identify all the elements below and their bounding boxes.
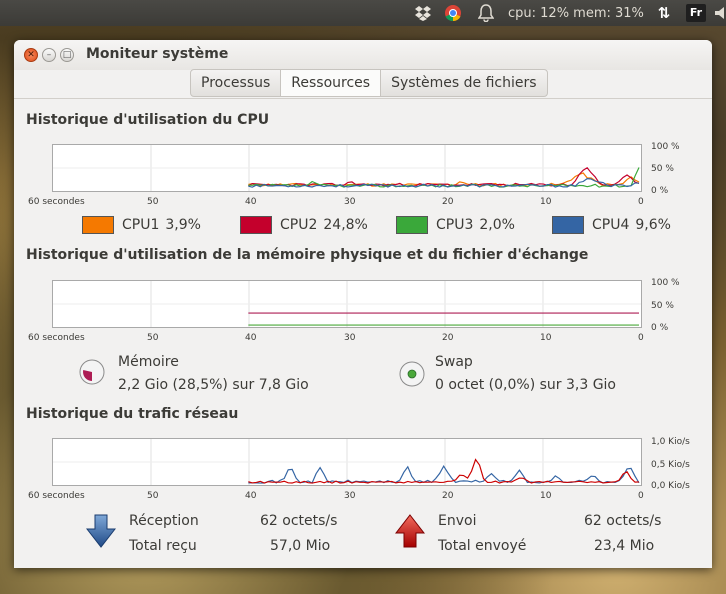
tab-systemes-de-fichiers[interactable]: Systèmes de fichiers xyxy=(380,69,548,97)
memory-detail: 2,2 Gio (28,5%) sur 7,8 Gio xyxy=(118,377,309,393)
net-ytick-05: 0,5 Kio/s xyxy=(651,460,690,470)
tab-content-separator xyxy=(14,98,712,99)
keyboard-layout-label: Fr xyxy=(686,4,706,22)
net-ytick-0: 0,0 Kio/s xyxy=(651,481,690,491)
maximize-window-button[interactable]: □ xyxy=(60,48,74,62)
close-window-button[interactable]: ✕ xyxy=(24,48,38,62)
total-received-label: Total reçu xyxy=(129,538,197,554)
network-history-title: Historique du trafic réseau xyxy=(26,406,239,422)
window-titlebar[interactable]: ✕ – □ Moniteur système xyxy=(14,40,712,70)
cpu-history-title: Historique d'utilisation du CPU xyxy=(26,112,270,128)
memory-history-graph xyxy=(52,280,642,328)
keyboard-layout-indicator[interactable]: Fr xyxy=(684,0,708,26)
cpu-ytick-0: 0 % xyxy=(651,186,669,196)
minimize-window-button[interactable]: – xyxy=(42,48,56,62)
cpu-graph-canvas xyxy=(53,145,641,191)
net-xtick-0: 0 xyxy=(638,491,644,501)
total-received-value: 57,0 Mio xyxy=(270,538,331,554)
mem-ytick-100: 100 % xyxy=(651,278,680,288)
cpu4-color-swatch[interactable] xyxy=(552,216,584,234)
memory-usage-pie-icon[interactable] xyxy=(78,358,106,386)
cpu-xtick-50: 50 xyxy=(147,197,159,207)
window-title: Moniteur système xyxy=(86,46,229,62)
memory-label: Mémoire xyxy=(118,354,179,370)
net-xtick-60: 60 secondes xyxy=(28,491,85,501)
swap-usage-pie-icon[interactable] xyxy=(398,360,426,388)
cpu-xtick-30: 30 xyxy=(344,197,356,207)
net-xtick-20: 20 xyxy=(442,491,454,501)
cpu2-value: 24,8% xyxy=(323,217,368,233)
cpu-xtick-20: 20 xyxy=(442,197,454,207)
mem-xtick-20: 20 xyxy=(442,333,454,343)
tab-ressources[interactable]: Ressources xyxy=(280,69,382,97)
system-load-indicator[interactable]: cpu: 12% mem: 31% xyxy=(508,0,644,26)
cpu-xtick-60: 60 secondes xyxy=(28,197,85,207)
download-arrow-icon[interactable] xyxy=(86,514,116,548)
cpu-xtick-0: 0 xyxy=(638,197,644,207)
upload-arrow-icon[interactable] xyxy=(395,514,425,548)
total-sent-value: 23,4 Mio xyxy=(594,538,655,554)
total-sent-label: Total envoyé xyxy=(438,538,527,554)
tab-processus[interactable]: Processus xyxy=(190,69,282,97)
volume-icon[interactable] xyxy=(714,0,726,26)
legend-cpu3[interactable]: CPU3 2,0% xyxy=(396,216,515,234)
net-xtick-40: 40 xyxy=(245,491,257,501)
close-icon: ✕ xyxy=(27,49,35,60)
cpu4-value: 9,6% xyxy=(635,217,671,233)
cpu1-value: 3,9% xyxy=(165,217,201,233)
cpu1-color-swatch[interactable] xyxy=(82,216,114,234)
cpu-ytick-100: 100 % xyxy=(651,142,680,152)
network-graph-canvas xyxy=(53,439,641,485)
legend-cpu2[interactable]: CPU2 24,8% xyxy=(240,216,368,234)
cpu-history-graph xyxy=(52,144,642,192)
cpu1-label: CPU1 xyxy=(122,217,160,233)
cpu-xtick-10: 10 xyxy=(540,197,552,207)
net-xtick-10: 10 xyxy=(540,491,552,501)
cpu4-label: CPU4 xyxy=(592,217,630,233)
swap-pie-dot xyxy=(407,369,417,379)
memory-graph-canvas xyxy=(53,281,641,327)
network-arrows-icon[interactable]: ⇅ xyxy=(654,0,674,26)
legend-cpu1[interactable]: CPU1 3,9% xyxy=(82,216,201,234)
mem-xtick-10: 10 xyxy=(540,333,552,343)
legend-cpu4[interactable]: CPU4 9,6% xyxy=(552,216,671,234)
mem-xtick-50: 50 xyxy=(147,333,159,343)
cpu-xtick-40: 40 xyxy=(245,197,257,207)
mem-xtick-40: 40 xyxy=(245,333,257,343)
system-monitor-window: ✕ – □ Moniteur système Processus Ressour… xyxy=(14,40,712,568)
maximize-icon: □ xyxy=(62,49,72,60)
cpu3-color-swatch[interactable] xyxy=(396,216,428,234)
mem-xtick-0: 0 xyxy=(638,333,644,343)
sending-label: Envoi xyxy=(438,513,477,529)
sending-trace xyxy=(248,458,640,484)
cpu2-label: CPU2 xyxy=(280,217,318,233)
net-ytick-1: 1,0 Kio/s xyxy=(651,437,690,447)
network-history-graph xyxy=(52,438,642,486)
reception-trace xyxy=(248,464,640,484)
net-xtick-50: 50 xyxy=(147,491,159,501)
cpu2-color-swatch[interactable] xyxy=(240,216,272,234)
cpu3-value: 2,0% xyxy=(479,217,515,233)
sending-rate: 62 octets/s xyxy=(584,513,662,529)
net-xtick-30: 30 xyxy=(344,491,356,501)
minimize-icon: – xyxy=(46,49,52,60)
dropbox-icon[interactable] xyxy=(412,0,434,26)
cpu2-trace xyxy=(248,167,640,187)
notification-bell-icon[interactable] xyxy=(474,0,498,26)
mem-xtick-60: 60 secondes xyxy=(28,333,85,343)
mem-ytick-0: 0 % xyxy=(651,323,669,333)
memory-history-title: Historique d'utilisation de la mémoire p… xyxy=(26,247,589,263)
cpu3-label: CPU3 xyxy=(436,217,474,233)
top-panel: cpu: 12% mem: 31% ⇅ Fr xyxy=(0,0,726,26)
mem-ytick-50: 50 % xyxy=(651,301,674,311)
reception-rate: 62 octets/s xyxy=(260,513,338,529)
reception-label: Réception xyxy=(129,513,199,529)
cpu-ytick-50: 50 % xyxy=(651,164,674,174)
chrome-icon[interactable] xyxy=(442,0,464,26)
swap-detail: 0 octet (0,0%) sur 3,3 Gio xyxy=(435,377,616,393)
swap-label: Swap xyxy=(435,354,473,370)
mem-xtick-30: 30 xyxy=(344,333,356,343)
tab-bar: Processus Ressources Systèmes de fichier… xyxy=(190,69,548,97)
